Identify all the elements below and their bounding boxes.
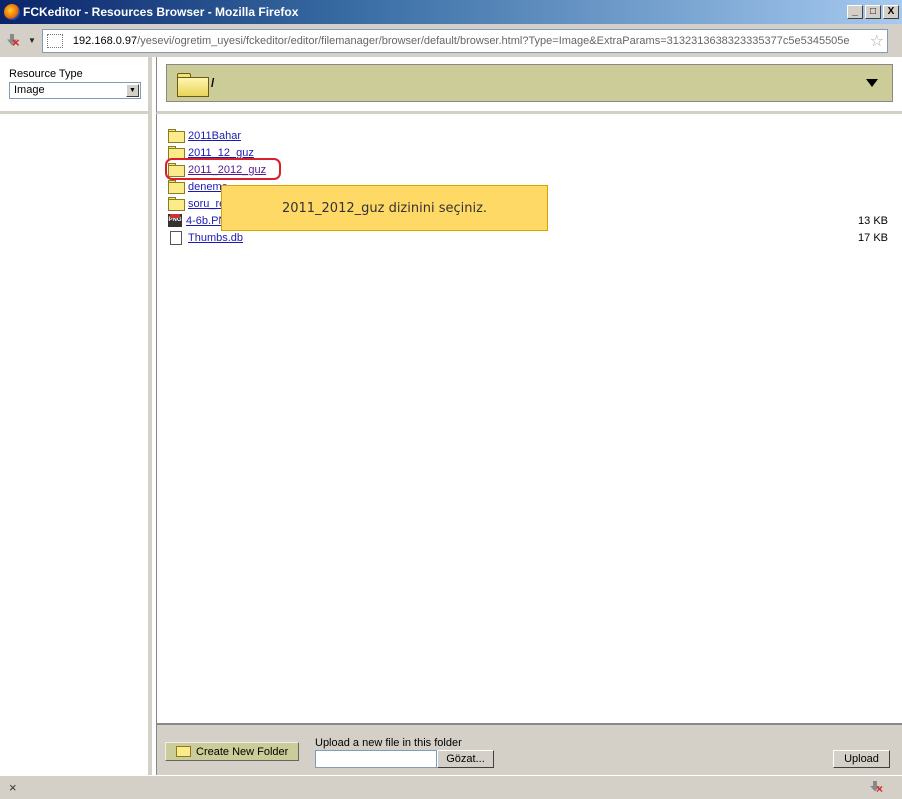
minimize-button[interactable]: _: [847, 5, 863, 19]
upload-button[interactable]: Upload: [833, 750, 890, 768]
instruction-callout: 2011_2012_guz dizinini seçiniz.: [221, 185, 548, 231]
file-link[interactable]: Thumbs.db: [188, 232, 243, 244]
browse-button[interactable]: Gözat...: [437, 750, 494, 768]
window-title-bar: FCKeditor - Resources Browser - Mozilla …: [0, 0, 902, 24]
current-folder-bar: /: [166, 64, 893, 102]
status-bar: ×: [0, 775, 902, 799]
resource-type-panel: Resource Type Image ▼: [0, 57, 152, 114]
download-stop-icon[interactable]: [4, 31, 24, 51]
resources-browser: Resource Type Image ▼ / 2011Bahar 2011_1…: [0, 57, 902, 775]
open-folder-icon: [177, 70, 209, 97]
selection-highlight-ring: [165, 158, 281, 180]
create-new-folder-button[interactable]: Create New Folder: [165, 742, 299, 761]
list-item: 2011Bahar: [168, 127, 888, 144]
left-blank-panel: [0, 114, 152, 775]
resource-type-select[interactable]: Image ▼: [9, 82, 141, 99]
create-folder-label: Create New Folder: [196, 745, 289, 758]
window-title: FCKeditor - Resources Browser - Mozilla …: [23, 5, 299, 19]
url-host: 192.168.0.97: [72, 34, 138, 47]
folder-menu-caret-icon[interactable]: [866, 79, 878, 87]
folder-icon[interactable]: [168, 197, 185, 211]
site-identity-icon[interactable]: [46, 33, 63, 48]
upload-label: Upload a new file in this folder: [315, 737, 462, 749]
firefox-icon: [4, 4, 20, 20]
upload-bar: Create New Folder Upload a new file in t…: [156, 723, 902, 775]
bookmark-star-icon[interactable]: ☆: [869, 30, 887, 51]
resource-type-value: Image: [14, 84, 45, 96]
close-findbar-icon[interactable]: ×: [9, 780, 17, 795]
folder-link[interactable]: 2011_12_guz: [188, 147, 254, 159]
current-folder-panel: /: [156, 57, 902, 114]
close-window-button[interactable]: X: [883, 5, 899, 19]
url-bar[interactable]: 192.168.0.97 /yesevi/ogretim_uyesi/fcked…: [41, 28, 888, 53]
navigation-bar: ▼ 192.168.0.97 /yesevi/ogretim_uyesi/fck…: [0, 24, 902, 57]
folder-link[interactable]: soru_re: [188, 198, 225, 210]
download-status-icon[interactable]: [868, 780, 884, 796]
file-size: 17 KB: [858, 231, 888, 244]
maximize-button[interactable]: □: [865, 5, 881, 19]
upload-file-input[interactable]: [315, 750, 437, 768]
folder-icon: [176, 746, 191, 757]
chevron-down-icon[interactable]: ▼: [126, 84, 139, 97]
url-path: /yesevi/ogretim_uyesi/fckeditor/editor/f…: [137, 34, 850, 47]
png-file-icon[interactable]: PNG: [168, 214, 182, 227]
file-size: 13 KB: [858, 214, 888, 227]
folder-icon[interactable]: [168, 180, 185, 194]
folder-link[interactable]: 2011Bahar: [188, 130, 241, 142]
folder-icon[interactable]: [168, 129, 185, 143]
list-item: Thumbs.db 17 KB: [168, 229, 888, 246]
history-dropdown-icon[interactable]: ▼: [28, 36, 36, 45]
resource-type-label: Resource Type: [9, 68, 83, 80]
current-folder-path: /: [211, 76, 215, 90]
generic-file-icon[interactable]: [170, 230, 182, 245]
